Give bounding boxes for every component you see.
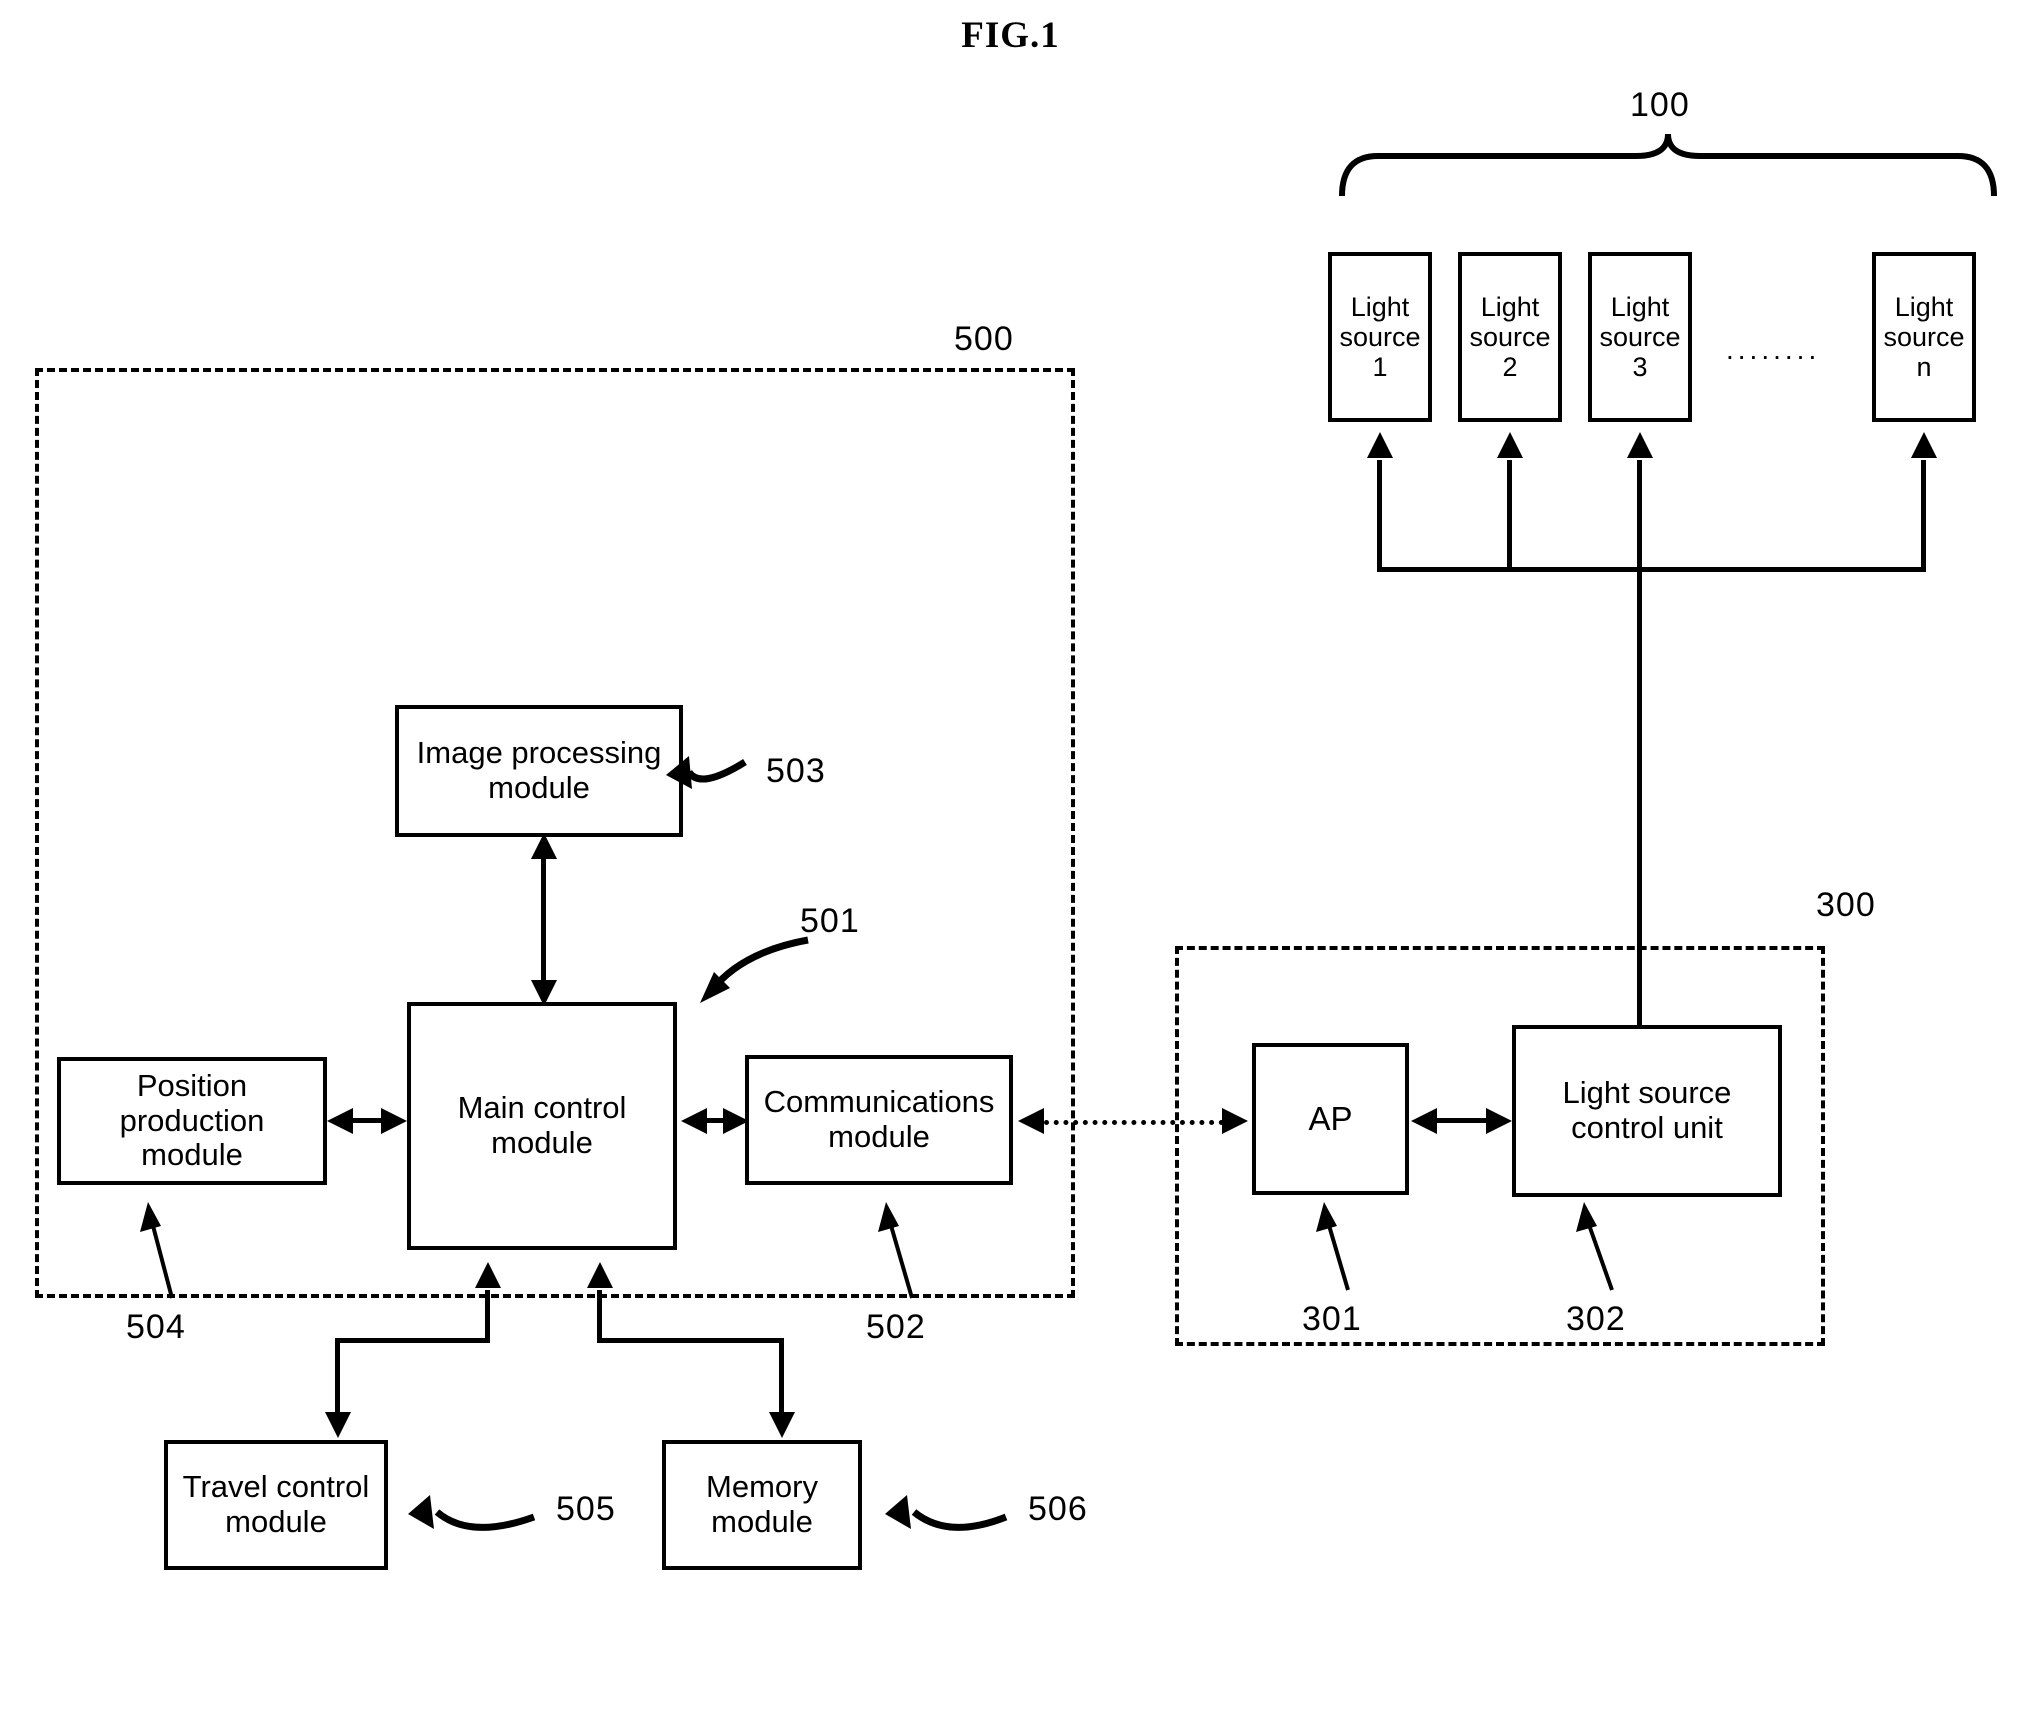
ref-506: 506 xyxy=(1028,1490,1088,1528)
main-comm-arrow-left xyxy=(681,1108,707,1134)
img-main-arrow-up xyxy=(531,833,557,859)
memory-drop xyxy=(779,1338,784,1416)
memory-branch-arrow xyxy=(587,1262,613,1288)
figure-canvas: FIG.1 100 Light source 1 Light source 2 … xyxy=(0,0,2021,1734)
travel-control-module-box[interactable]: Travel control module xyxy=(164,1440,388,1570)
ap-control-arrow-left xyxy=(1411,1108,1437,1134)
ref-300: 300 xyxy=(1816,886,1876,924)
ref-500: 500 xyxy=(954,320,1014,358)
pos-main-arrow-left xyxy=(327,1108,353,1134)
light-source-3-box[interactable]: Light source 3 xyxy=(1588,252,1692,422)
feed-line-n xyxy=(1921,460,1926,572)
image-processing-module-box[interactable]: Image processing module xyxy=(395,705,683,837)
figure-title: FIG.1 xyxy=(961,15,1060,56)
light-source-2-box[interactable]: Light source 2 xyxy=(1458,252,1562,422)
ref-505: 505 xyxy=(556,1490,616,1528)
ref-301: 301 xyxy=(1302,1300,1362,1338)
memory-drop-arrow xyxy=(769,1412,795,1438)
light-source-ellipsis: ........ xyxy=(1726,334,1821,365)
ap-control-arrow-right xyxy=(1486,1108,1512,1134)
position-production-module-box[interactable]: Position production module xyxy=(57,1057,327,1185)
feed-line-2 xyxy=(1507,460,1512,572)
travel-branch-arrow xyxy=(475,1262,501,1288)
ref-504: 504 xyxy=(126,1308,186,1346)
travel-branch-riser xyxy=(485,1290,490,1342)
memory-module-box[interactable]: Memory module xyxy=(662,1440,862,1570)
ref-302: 302 xyxy=(1566,1300,1626,1338)
memory-branch-run xyxy=(597,1338,784,1343)
light-source-bus xyxy=(1377,567,1926,572)
img-main-link xyxy=(541,855,546,983)
pos-main-arrow-right xyxy=(381,1108,407,1134)
ap-box[interactable]: AP xyxy=(1252,1043,1409,1195)
travel-drop xyxy=(335,1338,340,1416)
feed-arrow-n xyxy=(1911,432,1937,458)
light-source-control-unit-box[interactable]: Light source control unit xyxy=(1512,1025,1782,1197)
ref-100: 100 xyxy=(1630,86,1690,124)
feed-arrow-2 xyxy=(1497,432,1523,458)
travel-drop-arrow xyxy=(325,1412,351,1438)
light-source-n-box[interactable]: Light source n xyxy=(1872,252,1976,422)
communications-module-box[interactable]: Communications module xyxy=(745,1055,1013,1185)
light-source-1-box[interactable]: Light source 1 xyxy=(1328,252,1432,422)
memory-branch-riser xyxy=(597,1290,602,1342)
feed-arrow-3 xyxy=(1627,432,1653,458)
ref-501: 501 xyxy=(800,902,860,940)
feed-line-1 xyxy=(1377,460,1382,572)
main-comm-arrow-right xyxy=(723,1108,749,1134)
ref-503: 503 xyxy=(766,752,826,790)
travel-branch-run xyxy=(335,1338,490,1343)
wireless-arrow-left xyxy=(1018,1108,1044,1134)
main-control-module-box[interactable]: Main control module xyxy=(407,1002,677,1250)
ref-502: 502 xyxy=(866,1308,926,1346)
feed-arrow-1 xyxy=(1367,432,1393,458)
